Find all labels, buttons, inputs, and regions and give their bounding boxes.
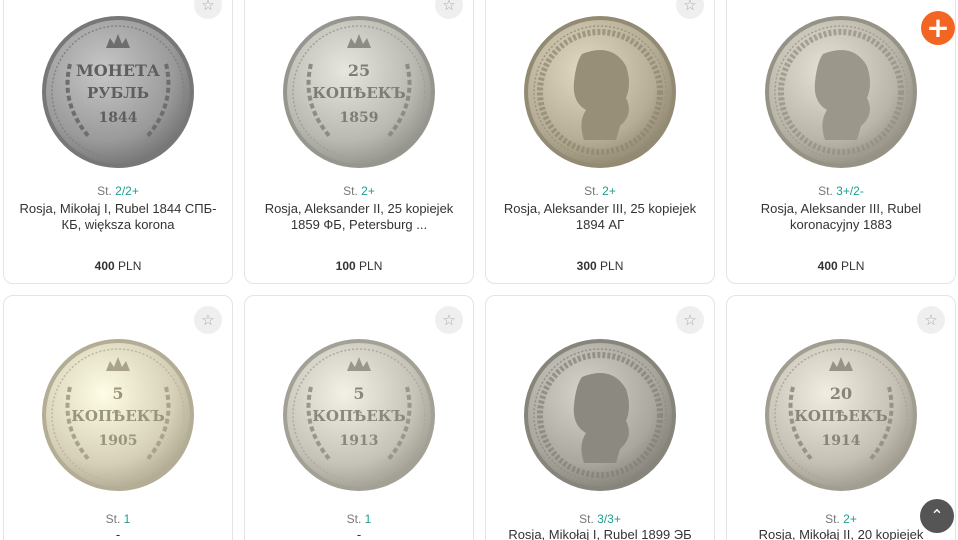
favorite-star-icon[interactable]: ☆ xyxy=(435,306,463,334)
coin-inscription: 5 xyxy=(112,384,123,403)
grade-value: 1 xyxy=(364,512,372,526)
product-card[interactable]: ☆ 5 КОПѢЕКЪ 1905 St. 1 - xyxy=(3,295,233,540)
coin-image[interactable]: МОНЕТА РУБЛЬ 1844 xyxy=(38,13,198,171)
coin-image[interactable] xyxy=(761,13,921,171)
product-card[interactable]: ☆ 25 КОПѢЕКЪ 1859 St. 2+ Rosja, Aleksander… xyxy=(244,0,474,284)
product-title[interactable]: - xyxy=(259,527,459,540)
coin-graphic: 5 КОПѢЕКЪ 1905 xyxy=(42,339,194,491)
coin-inscription: 1905 xyxy=(99,433,138,449)
price: 300 PLN xyxy=(486,259,714,273)
price: 400 PLN xyxy=(4,259,232,273)
price: 400 PLN xyxy=(727,259,955,273)
grade-label: St. 1 xyxy=(4,512,232,526)
grade-prefix: St. xyxy=(346,512,365,526)
product-card[interactable]: St. 3+/2- Rosja, Aleksander III, Rubel k… xyxy=(726,0,956,284)
grade-label: St. 2+ xyxy=(245,184,473,198)
coin-graphic: МОНЕТА РУБЛЬ 1844 xyxy=(42,16,194,168)
coin-graphic xyxy=(524,16,676,168)
price-amount: 300 xyxy=(576,259,597,273)
coin-image[interactable]: 5 КОПѢЕКЪ 1913 xyxy=(279,336,439,494)
coin-inscription: 5 xyxy=(353,384,364,403)
grade-value: 2/2+ xyxy=(115,184,139,198)
price-amount: 100 xyxy=(335,259,356,273)
grade-value: 3+/2- xyxy=(836,184,864,198)
favorite-star-icon[interactable]: ☆ xyxy=(435,0,463,19)
product-grid: ☆ МОНЕТА РУБЛЬ 1844 St. 2/2+ Rosja, Mikoła… xyxy=(0,0,958,540)
price-currency: PLN xyxy=(118,259,142,273)
coin-inscription: КОПѢЕКЪ xyxy=(71,407,165,425)
price-amount: 400 xyxy=(94,259,115,273)
coin-inscription: 20 xyxy=(830,384,852,403)
product-title[interactable]: Rosja, Aleksander II, 25 kopiejek 1859 Ф… xyxy=(259,201,459,233)
product-title[interactable]: Rosja, Aleksander III, Rubel koronacyjny… xyxy=(741,201,941,233)
price: 100 PLN xyxy=(245,259,473,273)
grade-prefix: St. xyxy=(343,184,362,198)
grade-value: 3/3+ xyxy=(597,512,621,526)
product-title[interactable]: Rosja, Mikołaj I, Rubel 1899 ЭБ xyxy=(500,527,700,540)
price-amount: 400 xyxy=(817,259,838,273)
coin-graphic: 5 КОПѢЕКЪ 1913 xyxy=(283,339,435,491)
grade-label: St. 2/2+ xyxy=(4,184,232,198)
product-title[interactable]: - xyxy=(18,527,218,540)
grade-prefix: St. xyxy=(97,184,116,198)
grade-label: St. 3/3+ xyxy=(486,512,714,526)
grade-prefix: St. xyxy=(584,184,603,198)
favorite-star-icon[interactable]: ☆ xyxy=(194,0,222,19)
favorite-star-icon[interactable]: ☆ xyxy=(676,0,704,19)
grade-value: 2+ xyxy=(602,184,616,198)
price-currency: PLN xyxy=(359,259,383,273)
scroll-to-top-button[interactable]: ⌃ xyxy=(920,499,954,533)
grade-prefix: St. xyxy=(825,512,844,526)
coin-inscription: КОПѢЕКЪ xyxy=(312,407,406,425)
coin-inscription: 25 xyxy=(348,61,370,80)
coin-image[interactable]: 25 КОПѢЕКЪ 1859 xyxy=(279,13,439,171)
grade-value: 2+ xyxy=(843,512,857,526)
grade-prefix: St. xyxy=(818,184,837,198)
coin-image[interactable] xyxy=(520,13,680,171)
coin-graphic: 20 КОПѢЕКЪ 1914 xyxy=(765,339,917,491)
coin-graphic: 25 КОПѢЕКЪ 1859 xyxy=(283,16,435,168)
coin-inscription: КОПѢЕКЪ xyxy=(794,407,888,425)
product-card[interactable]: ☆ St. 3/3+ Rosja, Mikołaj I, Rubel 1899 … xyxy=(485,295,715,540)
coin-inscription: МОНЕТА xyxy=(76,61,160,80)
plus-icon: + xyxy=(926,11,950,44)
coin-graphic xyxy=(765,16,917,168)
product-card[interactable]: ☆ МОНЕТА РУБЛЬ 1844 St. 2/2+ Rosja, Mikoła… xyxy=(3,0,233,284)
coin-inscription: 1913 xyxy=(340,433,379,449)
coin-graphic xyxy=(524,339,676,491)
product-card[interactable]: ☆ 20 КОПѢЕКЪ 1914 St. 2+ Rosja, Mikołaj II… xyxy=(726,295,956,540)
coin-inscription: РУБЛЬ xyxy=(87,84,149,102)
price-currency: PLN xyxy=(841,259,865,273)
coin-image[interactable] xyxy=(520,336,680,494)
product-title[interactable]: Rosja, Mikołaj II, 20 kopiejek xyxy=(741,527,941,540)
grade-label: St. 2+ xyxy=(486,184,714,198)
add-button[interactable]: + xyxy=(921,11,955,45)
price-currency: PLN xyxy=(600,259,624,273)
favorite-star-icon[interactable]: ☆ xyxy=(676,306,704,334)
favorite-star-icon[interactable]: ☆ xyxy=(194,306,222,334)
grade-label: St. 3+/2- xyxy=(727,184,955,198)
product-card[interactable]: ☆ St. 2+ Rosja, Aleksander III, 25 kopie… xyxy=(485,0,715,284)
coin-inscription: 1859 xyxy=(340,110,379,126)
coin-inscription: 1844 xyxy=(99,110,138,126)
coin-inscription: 1914 xyxy=(822,433,861,449)
grade-prefix: St. xyxy=(579,512,598,526)
product-title[interactable]: Rosja, Aleksander III, 25 kopiejek 1894 … xyxy=(500,201,700,233)
product-title[interactable]: Rosja, Mikołaj I, Rubel 1844 СПБ-КБ, wię… xyxy=(18,201,218,233)
product-card[interactable]: ☆ 5 КОПѢЕКЪ 1913 St. 1 - xyxy=(244,295,474,540)
coin-image[interactable]: 5 КОПѢЕКЪ 1905 xyxy=(38,336,198,494)
grade-value: 2+ xyxy=(361,184,375,198)
coin-image[interactable]: 20 КОПѢЕКЪ 1914 xyxy=(761,336,921,494)
favorite-star-icon[interactable]: ☆ xyxy=(917,306,945,334)
chevron-up-icon: ⌃ xyxy=(930,506,944,525)
grade-prefix: St. xyxy=(105,512,124,526)
grade-label: St. 1 xyxy=(245,512,473,526)
coin-inscription: КОПѢЕКЪ xyxy=(312,84,406,102)
grade-value: 1 xyxy=(123,512,131,526)
